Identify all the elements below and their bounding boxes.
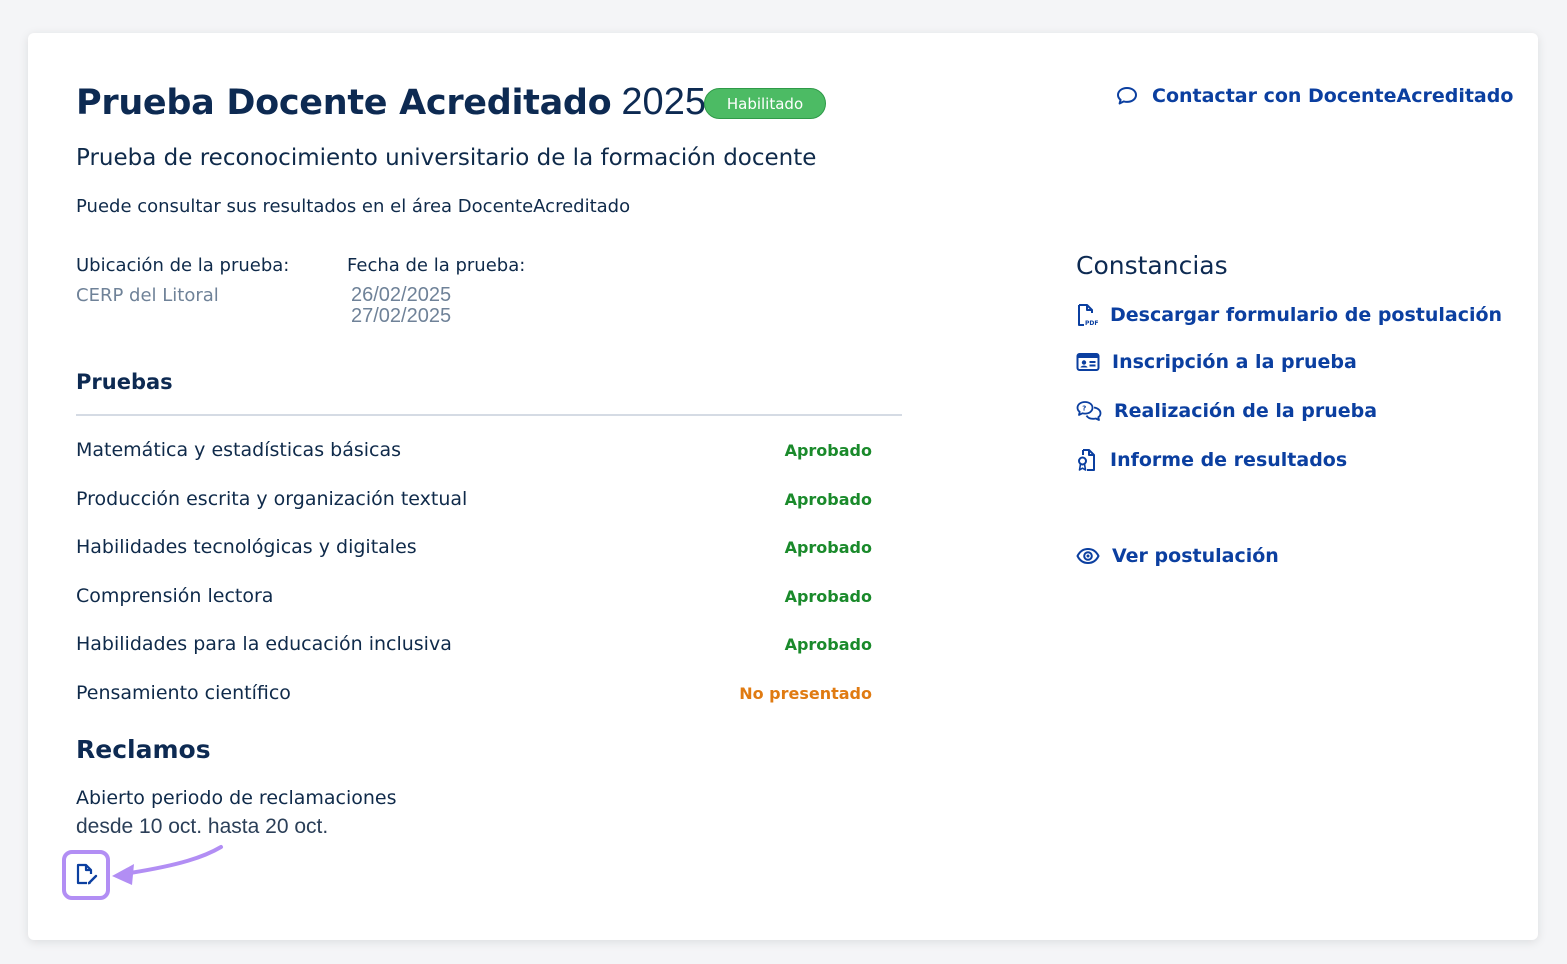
location-value: CERP del Litoral: [76, 285, 219, 306]
date-label: Fecha de la prueba:: [347, 255, 526, 276]
eye-icon: [1076, 548, 1100, 564]
test-name: Habilidades tecnológicas y digitales: [76, 536, 417, 558]
test-row: Producción escrita y organización textua…: [76, 484, 872, 514]
download-form-label: Descargar formulario de postulación: [1110, 304, 1503, 326]
view-application-label: Ver postulación: [1112, 545, 1279, 567]
test-name: Matemática y estadísticas básicas: [76, 439, 402, 461]
reclamos-section-title: Reclamos: [76, 735, 211, 764]
page-title-year: 2025: [621, 81, 706, 123]
test-name: Pensamiento científico: [76, 682, 291, 704]
test-status: Aprobado: [784, 586, 872, 606]
contact-link-label: Contactar con DocenteAcreditado: [1152, 85, 1514, 107]
application-card: Prueba Docente Acreditado 2025 Habilitad…: [28, 33, 1538, 940]
svg-text:?: ?: [1082, 405, 1086, 413]
chat-bubbles-icon: ?: [1076, 401, 1102, 421]
test-row: Habilidades para la educación inclusiva …: [76, 629, 872, 659]
view-application-link[interactable]: Ver postulación: [1076, 545, 1279, 567]
registration-label: Inscripción a la prueba: [1112, 351, 1357, 373]
test-status: Aprobado: [784, 440, 872, 460]
test-taken-label: Realización de la prueba: [1114, 400, 1378, 422]
tests-section-title: Pruebas: [76, 370, 173, 394]
page-title: Prueba Docente Acreditado 2025: [76, 81, 706, 124]
status-badge: Habilitado: [704, 88, 826, 119]
tests-divider: [76, 414, 902, 416]
reclamo-range: desde 10 oct. hasta 20 oct.: [76, 815, 329, 838]
date-value-1: 26/02/2025: [351, 284, 452, 306]
test-row: Comprensión lectora Aprobado: [76, 581, 872, 611]
file-claim-button[interactable]: [62, 850, 110, 900]
svg-text:PDF: PDF: [1085, 320, 1098, 327]
test-name: Producción escrita y organización textua…: [76, 488, 468, 510]
results-report-label: Informe de resultados: [1110, 449, 1348, 471]
report-file-icon: [1078, 449, 1095, 471]
id-card-icon: [1076, 353, 1100, 371]
file-edit-icon: [76, 863, 98, 885]
page-subtitle: Prueba de reconocimiento universitario d…: [76, 145, 817, 171]
test-row: Habilidades tecnológicas y digitales Apr…: [76, 532, 872, 562]
contact-link[interactable]: Contactar con DocenteAcreditado: [1116, 85, 1513, 107]
constancias-title: Constancias: [1076, 251, 1228, 280]
results-report-link[interactable]: Informe de resultados: [1076, 448, 1347, 472]
test-row: Matemática y estadísticas básicas Aproba…: [76, 435, 872, 465]
test-status: Aprobado: [784, 634, 872, 654]
page-title-text: Prueba Docente Acreditado: [76, 82, 612, 123]
test-taken-link[interactable]: ? Realización de la prueba: [1076, 400, 1377, 422]
location-label: Ubicación de la prueba:: [76, 255, 290, 276]
registration-link[interactable]: Inscripción a la prueba: [1076, 351, 1357, 373]
download-form-link[interactable]: PDF Descargar formulario de postulación: [1076, 303, 1502, 327]
reclamo-text: Abierto periodo de reclamaciones: [76, 787, 397, 809]
date-value-2: 27/02/2025: [351, 305, 452, 327]
test-status: Aprobado: [784, 537, 872, 557]
pointer-arrow-icon: [112, 845, 223, 885]
test-row: Pensamiento científico No presentado: [76, 678, 872, 708]
test-name: Habilidades para la educación inclusiva: [76, 633, 452, 655]
test-status: No presentado: [739, 683, 872, 703]
pdf-file-icon: PDF: [1078, 304, 1098, 327]
chat-bubble-icon: [1117, 87, 1137, 105]
info-text: Puede consultar sus resultados en el áre…: [76, 196, 631, 217]
test-status: Aprobado: [784, 489, 872, 509]
test-name: Comprensión lectora: [76, 585, 274, 607]
